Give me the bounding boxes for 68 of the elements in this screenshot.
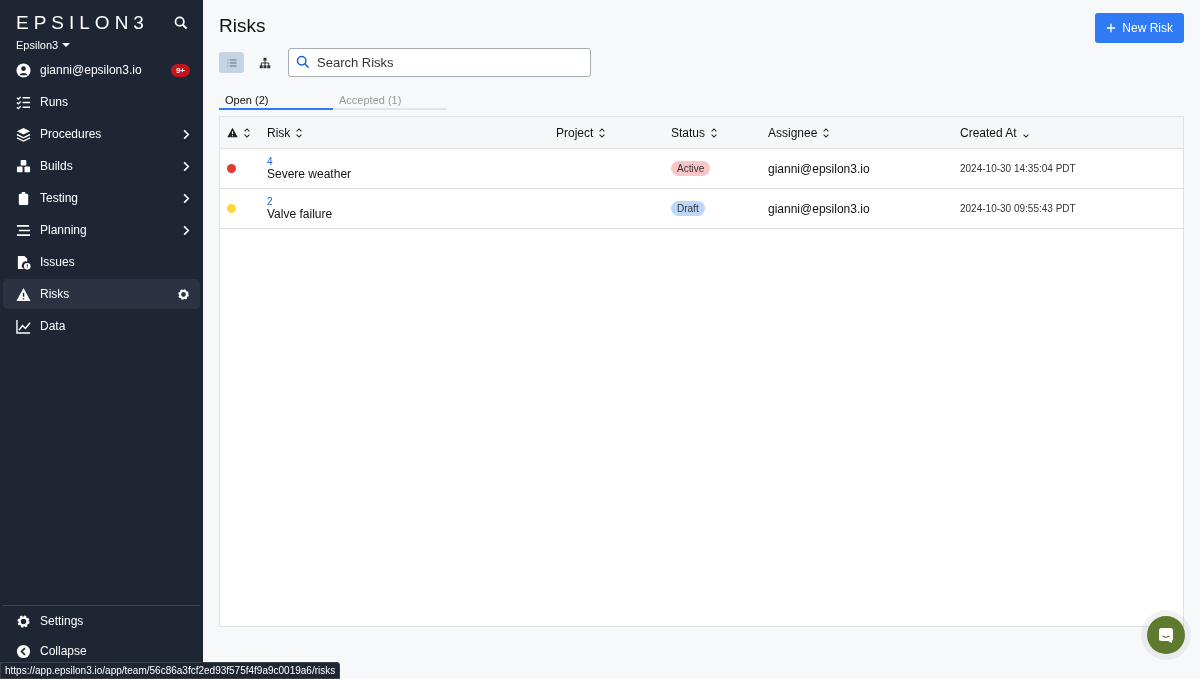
- hierarchy-icon: [258, 56, 271, 69]
- column-header[interactable]: Status: [671, 125, 706, 140]
- nav-label: Builds: [40, 159, 74, 173]
- column-header[interactable]: Assignee: [768, 125, 818, 140]
- collapse-icon: [16, 643, 31, 659]
- layers-icon: [16, 126, 31, 142]
- created-at: 2024-10-30 14:35:04 PDT: [960, 163, 1076, 174]
- assignee: gianni@epsilon3.io: [768, 201, 870, 216]
- nav-item[interactable]: Builds: [3, 151, 200, 181]
- nav-label: Settings: [40, 614, 85, 628]
- file-alert-icon: [16, 254, 31, 270]
- status-badge: Draft: [671, 201, 705, 216]
- nav-item[interactable]: Settings: [3, 607, 200, 635]
- nav-label: Risks: [40, 287, 71, 301]
- nav-item[interactable]: Runs: [3, 87, 200, 117]
- nav-item[interactable]: Issues: [3, 247, 200, 277]
- nav-label: Runs: [40, 95, 69, 109]
- chevron-right-icon: [182, 160, 190, 172]
- nav-label: Procedures: [40, 127, 103, 141]
- nav-label: Issues: [40, 255, 76, 269]
- nav-item[interactable]: Risks: [3, 279, 200, 309]
- settings-icon[interactable]: [177, 287, 190, 301]
- created-at: 2024-10-30 09:55:43 PDT: [960, 203, 1076, 214]
- assignee: gianni@epsilon3.io: [768, 161, 870, 176]
- checklist-icon: [16, 94, 31, 110]
- risk-id-link[interactable]: 4: [267, 156, 273, 167]
- chat-button[interactable]: [1147, 616, 1185, 654]
- nav-item[interactable]: Collapse: [3, 637, 200, 665]
- search-icon[interactable]: [174, 16, 188, 30]
- risk-name: Valve failure: [267, 207, 333, 221]
- nav-item[interactable]: Data: [3, 311, 200, 341]
- clipboard-icon: [16, 190, 31, 206]
- user-icon: [16, 62, 31, 78]
- nav-label: Data: [40, 319, 67, 333]
- user-menu-item[interactable]: gianni@epsilon3.io 9+: [3, 55, 200, 85]
- workspace-dropdown[interactable]: Epsilon3: [16, 39, 71, 51]
- chat-icon: [1158, 627, 1174, 643]
- nav-label: Planning: [40, 223, 88, 237]
- search-field[interactable]: Search Risks: [288, 48, 591, 77]
- search-icon: [296, 55, 310, 69]
- column-header[interactable]: Created At: [960, 125, 1017, 140]
- chevron-right-icon: [182, 192, 190, 204]
- status-badge: Active: [671, 161, 711, 176]
- menu-icon: [16, 222, 31, 238]
- nav-item[interactable]: Planning: [3, 215, 200, 245]
- logo[interactable]: EPSILON3: [16, 12, 149, 34]
- column-header[interactable]: Risk: [267, 125, 291, 140]
- chevron-right-icon: [182, 128, 190, 140]
- settings-icon: [16, 613, 31, 629]
- notification-badge: 9+: [170, 63, 190, 77]
- warning-icon: [227, 127, 238, 138]
- cubes-icon: [16, 158, 31, 174]
- nav-label: Collapse: [40, 644, 88, 658]
- page-title: Risks: [219, 15, 266, 37]
- chevron-right-icon: [182, 224, 190, 236]
- status-url-tooltip: https://app.epsilon3.io/app/team/56c86a3fcf2ed93f575f4f9a9c0019a6/risks: [0, 662, 341, 679]
- nav-item[interactable]: Procedures: [3, 119, 200, 149]
- new-risk-button[interactable]: New Risk: [1095, 13, 1184, 43]
- nav-item[interactable]: Testing: [3, 183, 200, 213]
- line-chart-icon: [16, 318, 31, 334]
- nav-label: Testing: [40, 191, 80, 205]
- risk-id-link[interactable]: 2: [267, 196, 273, 207]
- tab[interactable]: Open (2): [219, 94, 333, 110]
- column-header[interactable]: Project: [556, 125, 594, 140]
- plus-icon: [1106, 23, 1117, 33]
- user-email: gianni@epsilon3.io: [40, 63, 143, 77]
- warning-icon: [16, 286, 31, 302]
- risk-name: Severe weather: [267, 167, 352, 181]
